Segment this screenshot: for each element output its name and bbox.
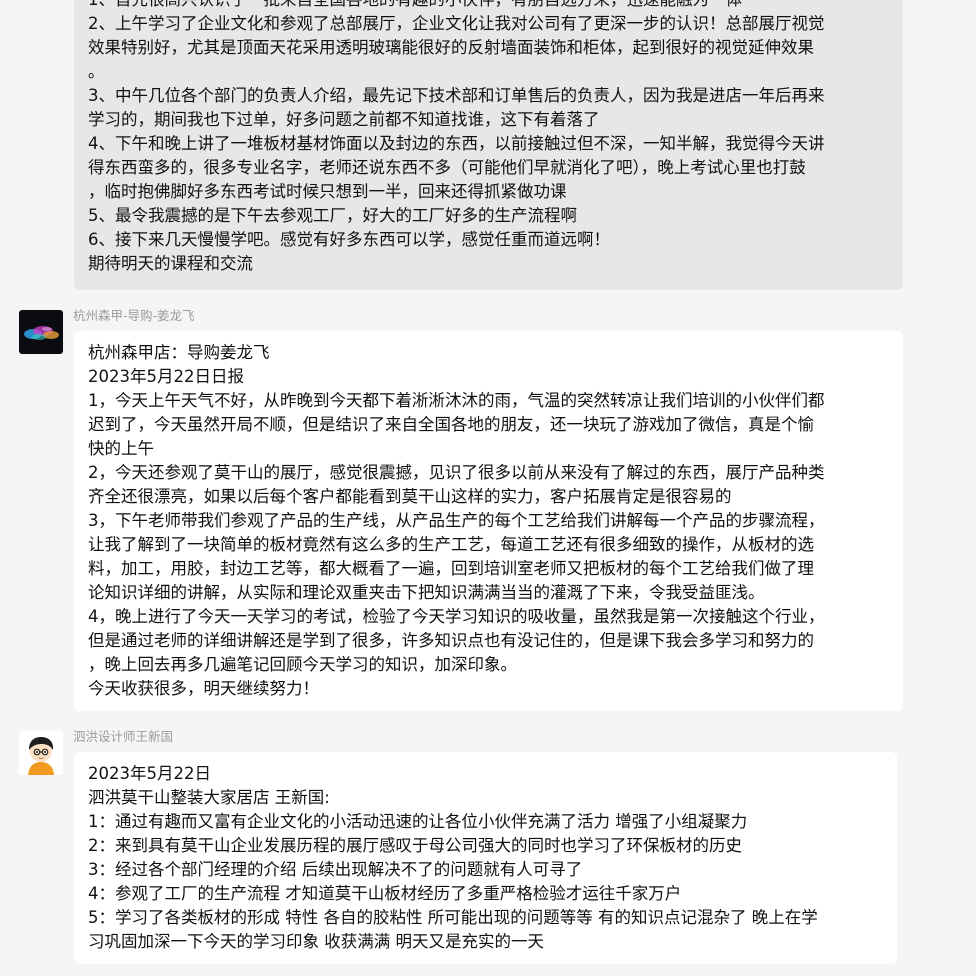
chat-message-list[interactable]: 1、首先很高兴认识了一批来自全国各地的有趣的小伙伴，有朋自远方来，迅速能融为一体… — [0, 0, 976, 976]
message-line: 杭州森甲店：导购姜龙飞 — [88, 343, 270, 362]
message-bubble[interactable]: 1、首先很高兴认识了一批来自全国各地的有趣的小伙伴，有朋自远方来，迅速能融为一体… — [74, 0, 903, 290]
message-line: 4：参观了工厂的生产流程 才知道莫干山板材经历了多重严格检验才运往千家万户 — [88, 884, 682, 903]
message-line: ，晚上回去再多几遍笔记回顾今天学习的知识，加深印象。 — [88, 655, 517, 674]
message-line: 习巩固加深一下今天的学习印象 收获满满 明天又是充实的一天 — [88, 932, 544, 951]
sender-name: 杭州森甲-导购-姜龙飞 — [73, 308, 195, 323]
message-line: 效果特别好，尤其是顶面天花采用透明玻璃能很好的反射墙面装饰和柜体，起到很好的视觉… — [88, 38, 814, 57]
message-bubble[interactable]: 杭州森甲店：导购姜龙飞 2023年5月22日日报 1，今天上午天气不好，从昨晚到… — [74, 331, 903, 711]
message-line: 1，今天上午天气不好，从昨晚到今天都下着淅淅沐沐的雨，气温的突然转凉让我们培训的… — [88, 391, 825, 410]
message-line: 1、首先很高兴认识了一批来自全国各地的有趣的小伙伴，有朋自远方来，迅速能融为一体 — [88, 0, 903, 12]
message-line: 学习的，期间我也下过单，好多问题之前都不知道找谁，这下有着落了 — [88, 110, 600, 129]
message-bubble[interactable]: 2023年5月22日 泗洪莫干山整装大家居店 王新国: 1：通过有趣而又富有企业… — [74, 752, 897, 964]
message-line: 今天收获很多，明天继续努力！ — [88, 679, 319, 698]
message-line: 期待明天的课程和交流 — [88, 254, 253, 273]
sender-name: 泗洪设计师王新国 — [73, 729, 174, 744]
message-line: 3：经过各个部门经理的介绍 后续出现解决不了的问题就有人可寻了 — [88, 860, 583, 879]
message-line: 泗洪莫干山整装大家居店 王新国: — [88, 788, 330, 807]
avatar[interactable] — [19, 310, 63, 354]
message-line: 3、中午几位各个部门的负责人介绍，最先记下技术部和订单售后的负责人，因为我是进店… — [88, 86, 825, 105]
message-line: 但是通过老师的详细讲解还是学到了很多，许多知识点也有没记住的，但是课下我会多学习… — [88, 631, 814, 650]
message-line: 2023年5月22日 — [88, 764, 211, 783]
avatar-smoke-image — [19, 310, 63, 354]
message-line: 5、最令我震撼的是下午去参观工厂，好大的工厂好多的生产流程啊 — [88, 206, 577, 225]
message-line: 2：来到具有莫干山企业发展历程的展厅感叹于母公司强大的同时也学习了环保板材的历史 — [88, 836, 742, 855]
message-line: 2、上午学习了企业文化和参观了总部展厅，企业文化让我对公司有了更深一步的认识！总… — [88, 14, 825, 33]
message-line: 3，下午老师带我们参观了产品的生产线，从产品生产的每个工艺给我们讲解每一个产品的… — [88, 511, 825, 530]
message-line: 6、接下来几天慢慢学吧。感觉有好多东西可以学，感觉任重而道远啊！ — [88, 230, 610, 249]
message-line: 4，晚上进行了今天一天学习的考试，检验了今天学习知识的吸收量，虽然我是第一次接触… — [88, 607, 825, 626]
message-line: 齐全还很漂亮，如果以后每个客户都能看到莫干山这样的实力，客户拓展肯定是很容易的 — [88, 487, 732, 506]
message-line: 。 — [88, 62, 105, 81]
message-line: 1：通过有趣而又富有企业文化的小活动迅速的让各位小伙伴充满了活力 增强了小组凝聚… — [88, 812, 748, 831]
avatar[interactable] — [19, 731, 63, 775]
message-line: 让我了解到了一块简单的板材竟然有这么多的生产工艺，每道工艺还有很多细致的操作，从… — [88, 535, 814, 554]
message-line: ，临时抱佛脚好多东西考试时候只想到一半，回来还得抓紧做功课 — [88, 182, 567, 201]
avatar-cartoon-boy-image — [19, 731, 63, 775]
message-line: 4、下午和晚上讲了一堆板材基材饰面以及封边的东西，以前接触过但不深，一知半解，我… — [88, 134, 825, 153]
message-line: 迟到了，今天虽然开局不顺，但是结识了来自全国各地的朋友，还一块玩了游戏加了微信，… — [88, 415, 814, 434]
message-line: 快的上午 — [88, 439, 154, 458]
message-line: 论知识详细的讲解，从实际和理论双重夹击下把知识满满当当的灌溉了下来，令我受益匪浅… — [88, 583, 765, 602]
message-line: 2，今天还参观了莫干山的展厅，感觉很震撼，见识了很多以前从来没有了解过的东西，展… — [88, 463, 825, 482]
message-line: 2023年5月22日日报 — [88, 367, 244, 386]
message-line: 5：学习了各类板材的形成 特性 各自的胶粘性 所可能出现的问题等等 有的知识点记… — [88, 908, 818, 927]
message-line: 得东西蛮多的，很多专业名字，老师还说东西不多（可能他们早就消化了吧），晚上考试心… — [88, 158, 806, 177]
message-line: 料，加工，用胶，封边工艺等，都大概看了一遍，回到培训室老师又把板材的每个工艺给我… — [88, 559, 814, 578]
